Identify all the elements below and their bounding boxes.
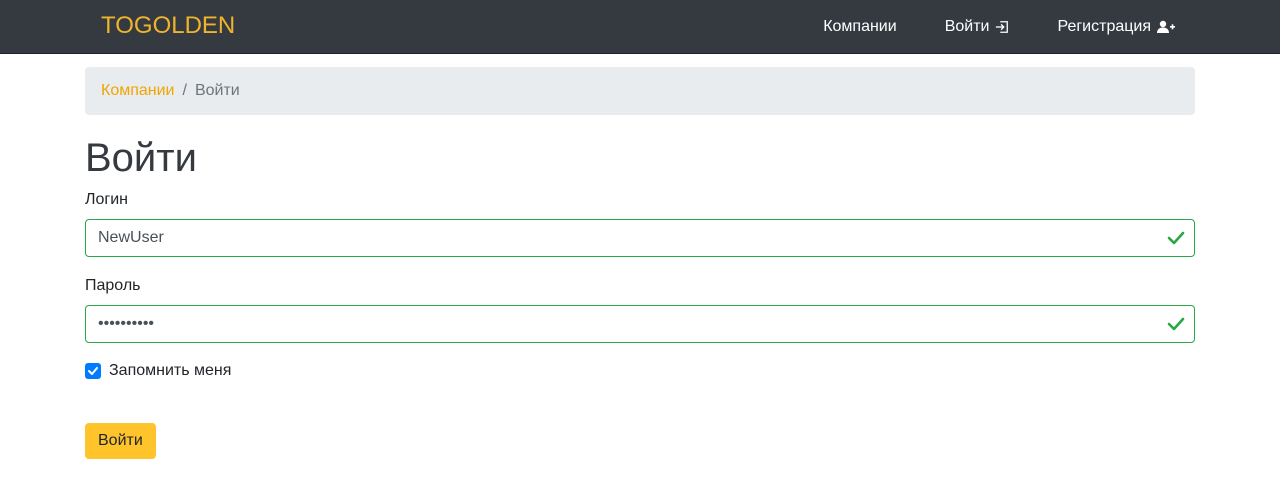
- nav-links: Компании Войти Регистрация: [823, 0, 1175, 54]
- nav-link-login[interactable]: Войти: [945, 18, 1010, 36]
- login-input[interactable]: [85, 219, 1195, 257]
- login-label: Логин: [85, 191, 129, 208]
- breadcrumb-companies-link[interactable]: Компании: [101, 82, 175, 100]
- valid-check-icon: [1166, 228, 1186, 248]
- password-input[interactable]: [85, 305, 1195, 343]
- nav-link-register-label: Регистрация: [1057, 18, 1151, 35]
- remember-checkbox[interactable]: [85, 363, 101, 379]
- nav-link-login-label: Войти: [944, 18, 990, 35]
- nav-link-register[interactable]: Регистрация: [1057, 18, 1175, 36]
- password-label: Пароль: [85, 277, 141, 294]
- page-title: Войти: [85, 136, 197, 180]
- user-plus-icon: [1157, 20, 1175, 34]
- remember-me: Запомнить меня: [85, 362, 231, 380]
- breadcrumb: Компании / Войти: [85, 67, 1195, 115]
- remember-label[interactable]: Запомнить меня: [109, 362, 231, 380]
- valid-check-icon: [1166, 314, 1186, 334]
- brand-logo[interactable]: TOGOLDEN: [101, 12, 235, 40]
- sign-in-icon: [995, 20, 1009, 34]
- login-submit-button[interactable]: Войти: [85, 423, 156, 459]
- breadcrumb-separator: /: [182, 82, 187, 99]
- breadcrumb-current: Войти: [194, 82, 240, 99]
- navbar: TOGOLDEN Компании Войти Регистрация: [0, 0, 1280, 54]
- nav-link-companies[interactable]: Компании: [823, 18, 897, 36]
- nav-link-companies-label: Компании: [823, 18, 897, 35]
